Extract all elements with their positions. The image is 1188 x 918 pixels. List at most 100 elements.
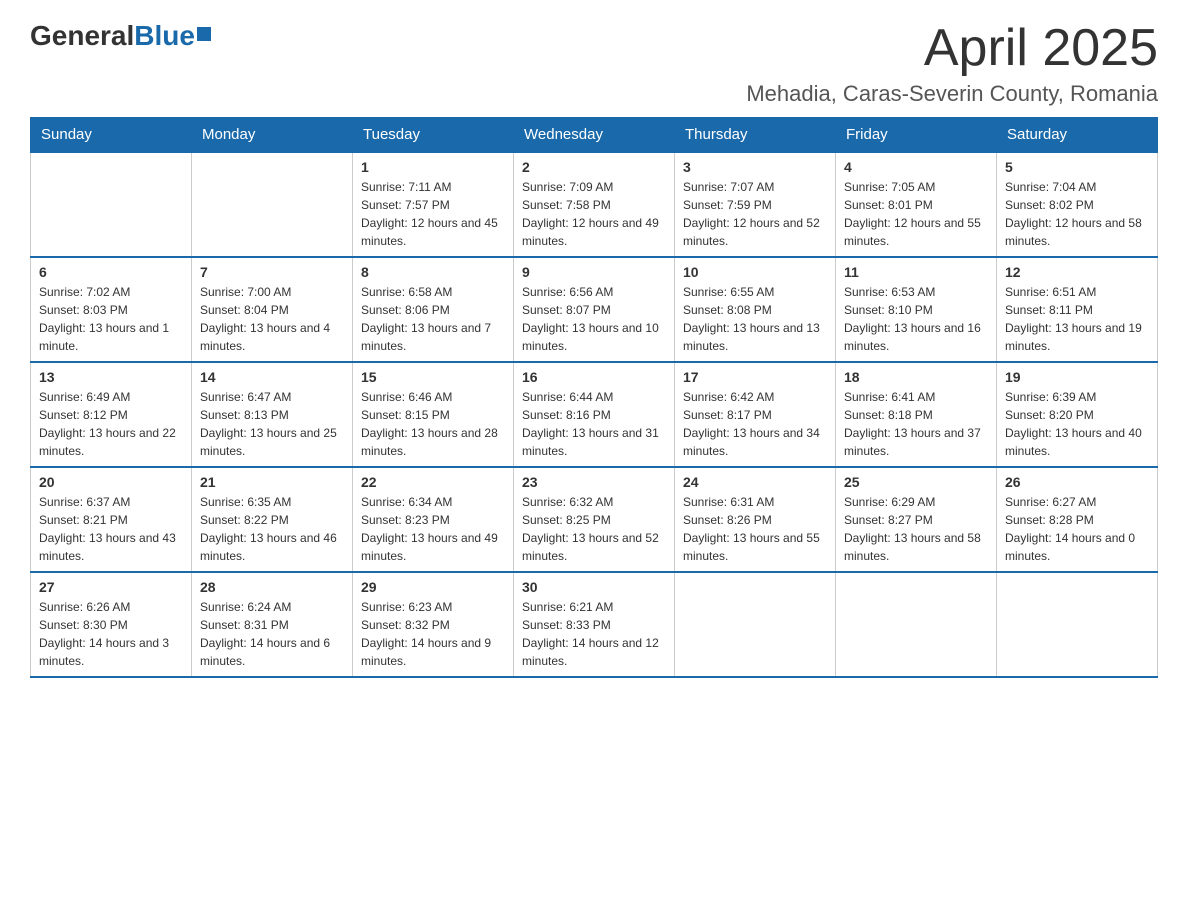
day-info: Sunrise: 6:23 AMSunset: 8:32 PMDaylight:… [361, 598, 505, 670]
weekday-header-monday: Monday [192, 118, 353, 153]
calendar-day-30: 30 Sunrise: 6:21 AMSunset: 8:33 PMDayligh… [514, 572, 675, 677]
day-info: Sunrise: 6:34 AMSunset: 8:23 PMDaylight:… [361, 493, 505, 565]
day-number: 4 [844, 159, 988, 175]
day-number: 30 [522, 579, 666, 595]
day-number: 7 [200, 264, 344, 280]
day-number: 29 [361, 579, 505, 595]
day-number: 13 [39, 369, 183, 385]
calendar-day-19: 19 Sunrise: 6:39 AMSunset: 8:20 PMDayligh… [997, 362, 1158, 467]
day-number: 21 [200, 474, 344, 490]
weekday-header-tuesday: Tuesday [353, 118, 514, 153]
day-info: Sunrise: 6:41 AMSunset: 8:18 PMDaylight:… [844, 388, 988, 460]
day-number: 12 [1005, 264, 1149, 280]
day-info: Sunrise: 6:42 AMSunset: 8:17 PMDaylight:… [683, 388, 827, 460]
calendar-day-8: 8 Sunrise: 6:58 AMSunset: 8:06 PMDaylight… [353, 257, 514, 362]
day-info: Sunrise: 6:44 AMSunset: 8:16 PMDaylight:… [522, 388, 666, 460]
calendar-week-row: 27Sunrise: 6:26 AMSunset: 8:30 PMDayligh… [31, 572, 1158, 677]
weekday-header-sunday: Sunday [31, 118, 192, 153]
day-number: 19 [1005, 369, 1149, 385]
logo: General Blue [30, 20, 211, 52]
calendar-day-24: 24 Sunrise: 6:31 AMSunset: 8:26 PMDayligh… [675, 467, 836, 572]
day-number: 2 [522, 159, 666, 175]
calendar-day-4: 4 Sunrise: 7:05 AMSunset: 8:01 PMDaylight… [836, 152, 997, 257]
day-info: Sunrise: 6:39 AMSunset: 8:20 PMDaylight:… [1005, 388, 1149, 460]
calendar-empty-cell [675, 572, 836, 677]
weekday-header-saturday: Saturday [997, 118, 1158, 153]
day-number: 17 [683, 369, 827, 385]
calendar-week-row: 1Sunrise: 7:11 AMSunset: 7:57 PMDaylight… [31, 152, 1158, 257]
calendar-day-21: 21 Sunrise: 6:35 AMSunset: 8:22 PMDayligh… [192, 467, 353, 572]
location-title: Mehadia, Caras-Severin County, Romania [746, 81, 1158, 107]
calendar-day-14: 14 Sunrise: 6:47 AMSunset: 8:13 PMDayligh… [192, 362, 353, 467]
day-info: Sunrise: 6:46 AMSunset: 8:15 PMDaylight:… [361, 388, 505, 460]
day-number: 23 [522, 474, 666, 490]
calendar-day-6: 6 Sunrise: 7:02 AMSunset: 8:03 PMDaylight… [31, 257, 192, 362]
day-info: Sunrise: 7:02 AMSunset: 8:03 PMDaylight:… [39, 283, 183, 355]
calendar-empty-cell [997, 572, 1158, 677]
calendar-day-9: 9 Sunrise: 6:56 AMSunset: 8:07 PMDaylight… [514, 257, 675, 362]
calendar-day-16: 16 Sunrise: 6:44 AMSunset: 8:16 PMDayligh… [514, 362, 675, 467]
day-info: Sunrise: 6:27 AMSunset: 8:28 PMDaylight:… [1005, 493, 1149, 565]
day-info: Sunrise: 6:47 AMSunset: 8:13 PMDaylight:… [200, 388, 344, 460]
calendar-empty-cell [836, 572, 997, 677]
calendar-day-17: 17 Sunrise: 6:42 AMSunset: 8:17 PMDayligh… [675, 362, 836, 467]
day-info: Sunrise: 6:56 AMSunset: 8:07 PMDaylight:… [522, 283, 666, 355]
day-number: 10 [683, 264, 827, 280]
logo-general-text: General [30, 20, 134, 52]
day-number: 14 [200, 369, 344, 385]
day-info: Sunrise: 6:58 AMSunset: 8:06 PMDaylight:… [361, 283, 505, 355]
day-number: 27 [39, 579, 183, 595]
weekday-header-row: SundayMondayTuesdayWednesdayThursdayFrid… [31, 118, 1158, 153]
calendar-day-25: 25 Sunrise: 6:29 AMSunset: 8:27 PMDayligh… [836, 467, 997, 572]
day-number: 28 [200, 579, 344, 595]
day-number: 3 [683, 159, 827, 175]
calendar-day-11: 11 Sunrise: 6:53 AMSunset: 8:10 PMDayligh… [836, 257, 997, 362]
day-number: 18 [844, 369, 988, 385]
calendar-day-29: 29 Sunrise: 6:23 AMSunset: 8:32 PMDayligh… [353, 572, 514, 677]
calendar-week-row: 13Sunrise: 6:49 AMSunset: 8:12 PMDayligh… [31, 362, 1158, 467]
day-number: 16 [522, 369, 666, 385]
day-number: 24 [683, 474, 827, 490]
weekday-header-wednesday: Wednesday [514, 118, 675, 153]
day-info: Sunrise: 7:04 AMSunset: 8:02 PMDaylight:… [1005, 178, 1149, 250]
calendar-day-1: 1Sunrise: 7:11 AMSunset: 7:57 PMDaylight… [353, 152, 514, 257]
day-info: Sunrise: 7:05 AMSunset: 8:01 PMDaylight:… [844, 178, 988, 250]
day-info: Sunrise: 6:32 AMSunset: 8:25 PMDaylight:… [522, 493, 666, 565]
weekday-header-friday: Friday [836, 118, 997, 153]
calendar-day-28: 28 Sunrise: 6:24 AMSunset: 8:31 PMDayligh… [192, 572, 353, 677]
day-info: Sunrise: 6:29 AMSunset: 8:27 PMDaylight:… [844, 493, 988, 565]
calendar-week-row: 20Sunrise: 6:37 AMSunset: 8:21 PMDayligh… [31, 467, 1158, 572]
calendar-day-15: 15 Sunrise: 6:46 AMSunset: 8:15 PMDayligh… [353, 362, 514, 467]
day-number: 25 [844, 474, 988, 490]
day-number: 9 [522, 264, 666, 280]
logo-blue-part: Blue [134, 20, 211, 52]
day-info: Sunrise: 6:31 AMSunset: 8:26 PMDaylight:… [683, 493, 827, 565]
calendar-day-27: 27Sunrise: 6:26 AMSunset: 8:30 PMDayligh… [31, 572, 192, 677]
day-number: 22 [361, 474, 505, 490]
calendar-day-22: 22 Sunrise: 6:34 AMSunset: 8:23 PMDayligh… [353, 467, 514, 572]
day-number: 8 [361, 264, 505, 280]
calendar-table: SundayMondayTuesdayWednesdayThursdayFrid… [30, 117, 1158, 678]
day-number: 15 [361, 369, 505, 385]
page-header: General Blue April 2025 Mehadia, Caras-S… [30, 20, 1158, 107]
day-number: 6 [39, 264, 183, 280]
day-info: Sunrise: 6:21 AMSunset: 8:33 PMDaylight:… [522, 598, 666, 670]
calendar-day-13: 13Sunrise: 6:49 AMSunset: 8:12 PMDayligh… [31, 362, 192, 467]
calendar-empty-cell [192, 152, 353, 257]
calendar-day-2: 2 Sunrise: 7:09 AMSunset: 7:58 PMDaylight… [514, 152, 675, 257]
day-info: Sunrise: 6:51 AMSunset: 8:11 PMDaylight:… [1005, 283, 1149, 355]
day-number: 26 [1005, 474, 1149, 490]
calendar-day-26: 26 Sunrise: 6:27 AMSunset: 8:28 PMDayligh… [997, 467, 1158, 572]
day-info: Sunrise: 6:53 AMSunset: 8:10 PMDaylight:… [844, 283, 988, 355]
calendar-day-23: 23 Sunrise: 6:32 AMSunset: 8:25 PMDayligh… [514, 467, 675, 572]
calendar-day-20: 20Sunrise: 6:37 AMSunset: 8:21 PMDayligh… [31, 467, 192, 572]
calendar-day-5: 5Sunrise: 7:04 AMSunset: 8:02 PMDaylight… [997, 152, 1158, 257]
day-info: Sunrise: 7:09 AMSunset: 7:58 PMDaylight:… [522, 178, 666, 250]
day-info: Sunrise: 6:35 AMSunset: 8:22 PMDaylight:… [200, 493, 344, 565]
logo-triangle-icon [197, 27, 211, 41]
day-info: Sunrise: 6:24 AMSunset: 8:31 PMDaylight:… [200, 598, 344, 670]
day-number: 1 [361, 159, 505, 175]
title-block: April 2025 Mehadia, Caras-Severin County… [746, 20, 1158, 107]
day-number: 11 [844, 264, 988, 280]
day-info: Sunrise: 7:00 AMSunset: 8:04 PMDaylight:… [200, 283, 344, 355]
